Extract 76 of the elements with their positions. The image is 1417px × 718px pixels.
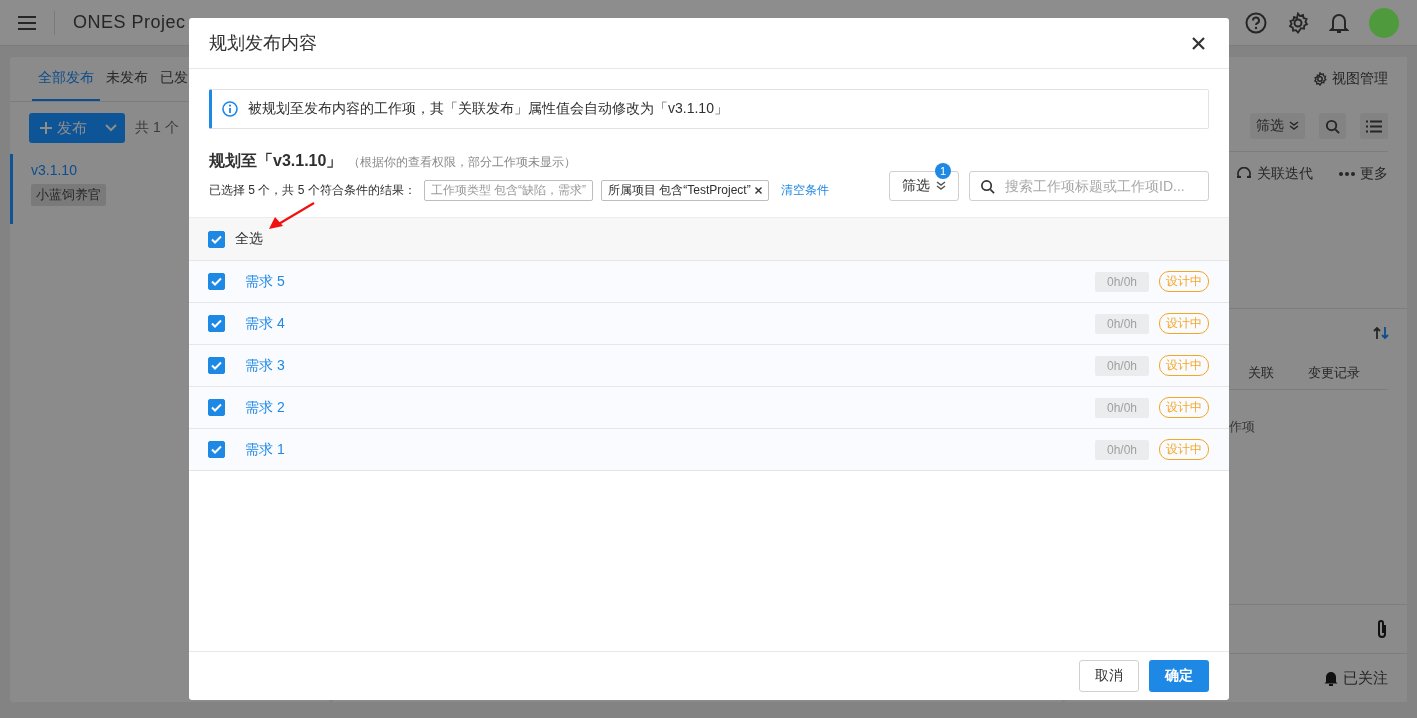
hours-tag: 0h/0h — [1094, 271, 1149, 292]
condition-text: 所属项目 包含“TestProject” — [608, 182, 751, 199]
status-tag: 设计中 — [1159, 439, 1209, 460]
list-icon — [1366, 119, 1382, 133]
work-item-link[interactable]: 需求 5 — [245, 272, 1075, 291]
follow-button[interactable]: 已关注 — [1324, 668, 1388, 688]
iteration-icon — [1236, 167, 1252, 181]
checkmark-icon — [211, 319, 222, 328]
checkbox[interactable] — [208, 399, 225, 416]
view-manage-button[interactable]: 视图管理 — [1313, 70, 1388, 88]
list-view-button[interactable] — [1360, 113, 1388, 139]
section-note: （根据你的查看权限，部分工作项未显示） — [348, 154, 577, 171]
more-icon — [1339, 172, 1355, 176]
link-iteration-button[interactable]: 关联迭代 — [1236, 165, 1313, 183]
release-count: 共 1 个 — [135, 119, 179, 137]
menu-icon[interactable] — [18, 15, 36, 30]
help-icon[interactable] — [1245, 11, 1267, 34]
tab[interactable]: 未发布 — [100, 57, 154, 101]
checkmark-icon — [211, 361, 222, 370]
work-item-link[interactable]: 需求 3 — [245, 356, 1075, 375]
checkmark-icon — [211, 234, 222, 244]
count-badge: 1 — [935, 163, 951, 179]
work-item-link[interactable]: 需求 4 — [245, 314, 1075, 333]
cancel-button[interactable]: 取消 — [1079, 660, 1139, 692]
search-button[interactable] — [1319, 113, 1346, 139]
checkbox[interactable] — [208, 273, 225, 290]
plus-icon — [39, 121, 53, 135]
work-item-link[interactable]: 需求 2 — [245, 398, 1075, 417]
gear-icon — [1313, 72, 1327, 86]
dialog-title: 规划发布内容 — [209, 32, 317, 55]
condition-text: 工作项类型 包含“缺陷，需求” — [430, 182, 586, 199]
status-tag: 设计中 — [1159, 397, 1209, 418]
tab[interactable]: 关联 — [1248, 364, 1274, 382]
search-icon — [980, 178, 995, 194]
checkmark-icon — [211, 445, 222, 454]
work-item-link[interactable]: 需求 1 — [245, 440, 1075, 459]
search-icon — [1325, 118, 1340, 134]
bell-icon — [1324, 670, 1338, 686]
filter-condition[interactable]: 工作项类型 包含“缺陷，需求” — [423, 180, 593, 201]
chevron-icon — [1289, 121, 1299, 131]
notice-text: 被规划至发布内容的工作项，其「关联发布」属性值会自动修改为「v3.1.10」 — [248, 100, 728, 118]
tag: 小蓝饲养官 — [31, 184, 106, 206]
chevron-icon — [936, 181, 946, 191]
paperclip-icon[interactable] — [1376, 619, 1388, 639]
info-icon — [222, 101, 238, 117]
filter-button[interactable]: 筛选 — [1250, 113, 1305, 139]
confirm-button[interactable]: 确定 — [1149, 660, 1209, 692]
tab[interactable]: 已发 — [154, 57, 194, 101]
checkmark-icon — [211, 403, 222, 412]
select-all-label: 全选 — [235, 230, 263, 248]
hours-tag: 0h/0h — [1094, 439, 1149, 460]
checkmark-icon — [211, 277, 222, 286]
hours-tag: 0h/0h — [1094, 313, 1149, 334]
annotation-arrow — [268, 201, 316, 231]
tab[interactable]: 全部发布 — [32, 57, 100, 101]
bell-icon[interactable] — [1329, 11, 1349, 34]
checkbox[interactable] — [208, 441, 225, 458]
checkbox[interactable] — [208, 230, 225, 248]
more-button[interactable]: 更多 — [1339, 165, 1388, 183]
status-tag: 设计中 — [1159, 313, 1209, 334]
status-tag: 设计中 — [1159, 271, 1209, 292]
checkbox[interactable] — [208, 357, 225, 374]
hours-tag: 0h/0h — [1094, 397, 1149, 418]
settings-icon[interactable] — [1287, 11, 1309, 34]
clear-conditions-link[interactable]: 清空条件 — [780, 182, 829, 199]
filter-condition[interactable]: 所属项目 包含“TestProject” — [601, 180, 769, 201]
remove-icon[interactable] — [754, 187, 762, 194]
empty-text: 作项 — [1228, 418, 1256, 436]
tab[interactable]: 变更记录 — [1308, 364, 1360, 382]
sort-icon[interactable] — [1373, 326, 1389, 340]
status-tag: 设计中 — [1159, 355, 1209, 376]
hours-tag: 0h/0h — [1094, 355, 1149, 376]
app-title: ONES Projec — [73, 12, 186, 33]
caret-icon — [105, 124, 117, 132]
checkbox[interactable] — [208, 315, 225, 332]
search-field[interactable]: 搜索工作项标题或工作项ID... — [969, 171, 1209, 201]
